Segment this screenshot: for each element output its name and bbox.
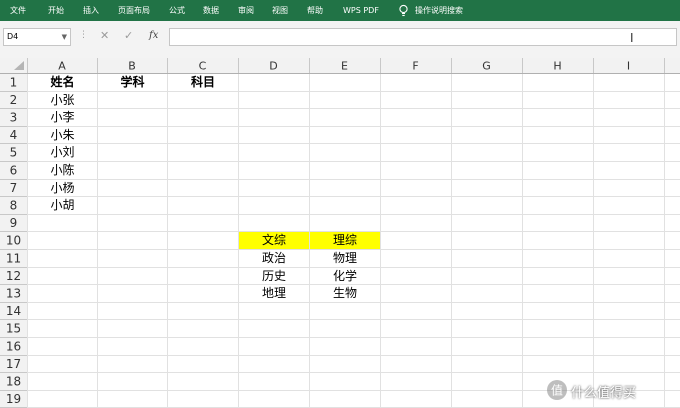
cell-a7[interactable]: 小杨 bbox=[28, 180, 97, 197]
lightbulb-icon bbox=[396, 3, 411, 18]
row-header-13[interactable]: 13 bbox=[6, 287, 21, 301]
column-header-g[interactable]: G bbox=[482, 60, 491, 73]
drag-handle-icon[interactable]: ⋮ bbox=[79, 30, 88, 40]
worksheet-grid[interactable]: A B C D E F G H I 1 2 3 4 5 6 7 8 9 10 11 12 13 14 15 16 17 18 19 姓… bbox=[0, 58, 680, 408]
tell-me-search[interactable]: 操作说明搜索 bbox=[415, 0, 463, 21]
tab-insert[interactable]: 插入 bbox=[83, 0, 99, 21]
name-box-value: D4 bbox=[7, 32, 19, 41]
cell-a1[interactable]: 姓名 bbox=[28, 74, 97, 91]
row-header-18[interactable]: 18 bbox=[6, 375, 21, 389]
cell-e11[interactable]: 物理 bbox=[310, 250, 380, 267]
svg-text:值: 值 bbox=[551, 383, 563, 398]
row-header-11[interactable]: 11 bbox=[6, 251, 21, 265]
formula-input[interactable] bbox=[169, 28, 677, 46]
cell-a5[interactable]: 小刘 bbox=[28, 144, 97, 161]
cell-a8[interactable]: 小胡 bbox=[28, 197, 97, 214]
cancel-button[interactable]: ✕ bbox=[100, 29, 109, 43]
cell-e13[interactable]: 生物 bbox=[310, 285, 380, 302]
insert-function-button[interactable]: fx bbox=[149, 29, 158, 43]
ribbon-tab-bar: 文件 开始 插入 页面布局 公式 数据 审阅 视图 帮助 WPS PDF 操作说… bbox=[0, 0, 680, 21]
cell-e12[interactable]: 化学 bbox=[310, 268, 380, 285]
column-header-e[interactable]: E bbox=[341, 60, 348, 73]
row-header-17[interactable]: 17 bbox=[6, 357, 21, 371]
chevron-down-icon[interactable]: ▼ bbox=[62, 29, 67, 45]
row-header-10[interactable]: 10 bbox=[6, 234, 21, 248]
tab-data[interactable]: 数据 bbox=[203, 0, 219, 21]
column-header-b[interactable]: B bbox=[128, 60, 136, 73]
column-header-c[interactable]: C bbox=[199, 60, 207, 73]
cell-c1[interactable]: 科目 bbox=[168, 74, 238, 91]
column-header-i[interactable]: I bbox=[627, 60, 630, 73]
row-header-19[interactable]: 19 bbox=[6, 392, 21, 406]
tab-formulas[interactable]: 公式 bbox=[169, 0, 185, 21]
column-header-d[interactable]: D bbox=[269, 60, 277, 73]
row-header-6[interactable]: 6 bbox=[10, 163, 18, 177]
enter-button[interactable]: ✓ bbox=[124, 29, 133, 43]
watermark-logo-icon: 值 bbox=[547, 380, 567, 400]
tab-file[interactable]: 文件 bbox=[10, 0, 26, 21]
tab-home[interactable]: 开始 bbox=[48, 0, 64, 21]
row-header-12[interactable]: 12 bbox=[6, 269, 21, 283]
watermark: 值 什么值得买 bbox=[545, 378, 677, 402]
formula-bar-area: D4 ▼ ⋮ ✕ ✓ fx I bbox=[0, 21, 680, 59]
column-header-h[interactable]: H bbox=[553, 60, 561, 73]
row-header-8[interactable]: 8 bbox=[10, 199, 18, 213]
tab-help[interactable]: 帮助 bbox=[307, 0, 323, 21]
row-header-5[interactable]: 5 bbox=[10, 146, 18, 160]
row-header-14[interactable]: 14 bbox=[6, 304, 21, 318]
text-cursor-icon: I bbox=[630, 31, 634, 45]
cell-d10[interactable]: 文综 bbox=[239, 232, 309, 249]
cell-d12[interactable]: 历史 bbox=[239, 268, 309, 285]
cell-a2[interactable]: 小张 bbox=[28, 92, 97, 109]
cell-a3[interactable]: 小李 bbox=[28, 109, 97, 126]
row-header-15[interactable]: 15 bbox=[6, 322, 21, 336]
cell-e10[interactable]: 理综 bbox=[310, 232, 380, 249]
watermark-text: 什么值得买 bbox=[571, 386, 637, 401]
tab-view[interactable]: 视图 bbox=[272, 0, 288, 21]
column-header-a[interactable]: A bbox=[58, 60, 66, 73]
row-header-2[interactable]: 2 bbox=[10, 93, 18, 107]
cell-b1[interactable]: 学科 bbox=[98, 74, 167, 91]
column-header-f[interactable]: F bbox=[412, 60, 418, 73]
name-box[interactable]: D4 ▼ bbox=[3, 28, 71, 46]
row-header-4[interactable]: 4 bbox=[10, 128, 18, 142]
cell-d11[interactable]: 政治 bbox=[239, 250, 309, 267]
row-header-9[interactable]: 9 bbox=[10, 216, 18, 230]
cell-d13[interactable]: 地理 bbox=[239, 285, 309, 302]
row-header-3[interactable]: 3 bbox=[10, 111, 18, 125]
row-header-1[interactable]: 1 bbox=[10, 75, 18, 89]
tab-wps-pdf[interactable]: WPS PDF bbox=[343, 0, 379, 21]
tab-page-layout[interactable]: 页面布局 bbox=[118, 0, 150, 21]
cell-a4[interactable]: 小朱 bbox=[28, 127, 97, 144]
cell-a6[interactable]: 小陈 bbox=[28, 162, 97, 179]
tab-review[interactable]: 审阅 bbox=[238, 0, 254, 21]
row-header-16[interactable]: 16 bbox=[6, 339, 21, 353]
row-header-7[interactable]: 7 bbox=[10, 181, 18, 195]
